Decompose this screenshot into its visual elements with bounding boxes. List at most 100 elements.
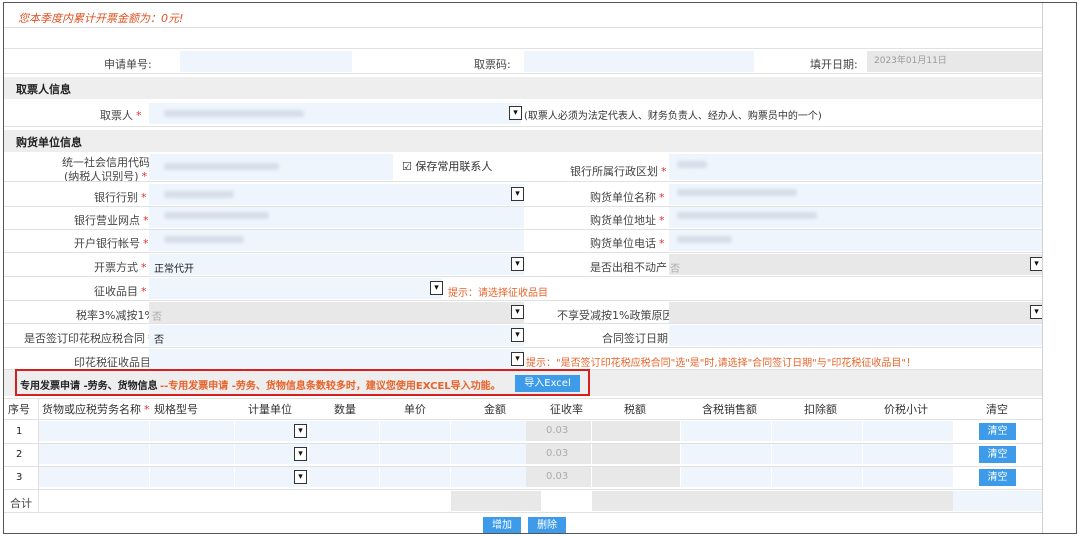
clear-row-button[interactable]: 清空 [979,446,1016,463]
invoice-method-select[interactable] [149,254,524,275]
chevron-down-icon[interactable]: ▾ [511,257,524,271]
receiver-value-redacted [164,110,304,117]
chevron-down-icon[interactable]: ▾ [511,328,524,342]
no-reduction-select[interactable] [669,302,1042,323]
item-name-input[interactable] [39,467,149,487]
row-number: 1 [16,426,23,437]
price-input[interactable] [380,444,450,464]
buyer-name-label: 购货单位名称 * [590,191,665,204]
chevron-down-icon[interactable]: ▾ [294,424,307,438]
deduction-input[interactable] [772,421,862,441]
deduction-input[interactable] [772,467,862,487]
col-header: 规格型号 [154,403,198,416]
subtotal-input[interactable] [863,444,953,464]
col-header: 征收率 [550,403,583,416]
invoice-method-value: 正常代开 [154,264,194,275]
rate-value: 0.03 [546,425,569,436]
chevron-down-icon[interactable]: ▾ [430,281,443,295]
deduction-input[interactable] [772,444,862,464]
contract-date-input[interactable] [669,325,1042,346]
import-excel-button[interactable]: 导入Excel [515,375,580,392]
special-hint: --专用发票申请 -劳务、货物信息条数较多时，建议您使用EXCEL导入功能。 [160,381,501,392]
chevron-down-icon[interactable]: ▾ [509,106,522,120]
buyer-name-redacted [677,189,797,196]
account-label: 开户银行帐号 * [74,237,149,250]
price-input[interactable] [380,467,450,487]
col-header: 税额 [624,403,646,416]
fill-date-label: 填开日期: [810,58,858,71]
buyer-phone-label: 购货单位电话 * [590,237,665,250]
save-contact-checkbox[interactable]: ☑ 保存常用联系人 [402,158,492,174]
subtotal-input[interactable] [863,467,953,487]
subtotal-input[interactable] [863,421,953,441]
spec-input[interactable] [150,467,234,487]
buyer-address-label: 购货单位地址 * [590,214,665,227]
chevron-down-icon[interactable]: ▾ [511,187,524,201]
quantity-input[interactable] [309,467,379,487]
rent-value: 否 [670,264,680,275]
stamp-item-label: 印花税征收品目 [74,356,151,369]
section-buyer: 购货单位信息 [4,130,1042,152]
bank-region-redacted [677,161,707,168]
bank-region-input[interactable] [669,154,1042,180]
col-header: 单价 [404,403,426,416]
stamp-item-select[interactable] [149,349,524,370]
clear-row-button[interactable]: 清空 [979,423,1016,440]
chevron-down-icon[interactable]: ▾ [294,447,307,461]
chevron-down-icon[interactable]: ▾ [511,305,524,319]
contract-date-label: 合同签订日期 [602,332,668,345]
quantity-input[interactable] [309,421,379,441]
total-amount [451,491,541,511]
bank-region-label: 银行所属行政区划 * [570,165,667,178]
stamp-item-hint: 提示："是否签订印花税应税合同"选"是"时,请选择"合同签订日期"与"印花税征收… [526,358,916,369]
section-receiver: 取票人信息 [4,77,1042,99]
rent-select[interactable] [669,254,1042,275]
spec-input[interactable] [150,444,234,464]
bank-type-redacted [164,191,234,198]
clear-row-button[interactable]: 清空 [979,469,1016,486]
stamp-contract-value: 否 [154,335,164,346]
tax-cell [592,421,680,441]
tax-item-select[interactable] [149,278,442,299]
spec-input[interactable] [150,421,234,441]
chevron-down-icon[interactable]: ▾ [511,352,524,366]
rate-value: 0.03 [546,448,569,459]
tax-item-hint: 提示：请选择征收品目 [448,288,548,299]
stamp-contract-label: 是否签订印花税应税合同* [24,332,154,345]
item-name-input[interactable] [39,421,149,441]
col-header: 货物或应税劳务名称 * [42,403,150,416]
rate-select[interactable] [149,302,524,323]
chevron-down-icon[interactable]: ▾ [294,470,307,484]
col-header: 含税销售额 [702,403,757,416]
quarter-amount-notice: 您本季度内累计开票金额为：0元! [18,12,184,25]
price-input[interactable] [380,421,450,441]
sales-input[interactable] [681,421,771,441]
fill-date-value: 2023年01月11日 [874,56,947,66]
rate-label: 税率3%减按1% [76,309,155,322]
rent-label: 是否出租不动产 [590,261,667,274]
checkbox-checked-icon[interactable]: ☑ [402,160,412,173]
rate-value: 否 [152,312,162,323]
delete-button[interactable]: 删除 [528,517,566,533]
pickup-code-label: 取票码: [474,58,511,71]
buyer-address-redacted [677,212,817,219]
no-reduction-label: 不享受减按1%政策原因 [557,309,674,322]
sales-input[interactable] [681,467,771,487]
col-header: 扣除额 [804,403,837,416]
add-button[interactable]: 增加 [483,517,521,533]
receiver-label: 取票人 * [100,109,142,122]
apply-no-input[interactable] [180,51,352,72]
row-number: 2 [16,449,23,460]
stamp-contract-select[interactable] [149,325,524,346]
col-header: 清空 [986,403,1008,416]
total-subtotal [953,491,1042,511]
account-redacted [164,236,244,243]
item-name-input[interactable] [39,444,149,464]
receiver-note: (取票人必须为法定代表人、财务负责人、经办人、购票员中的一个) [524,111,822,122]
quantity-input[interactable] [309,444,379,464]
invoice-method-label: 开票方式 * [94,261,147,274]
col-header: 数量 [334,403,356,416]
pickup-code-input[interactable] [524,51,754,72]
special-title: 专用发票申请 -劳务、货物信息 [20,381,158,392]
sales-input[interactable] [681,444,771,464]
